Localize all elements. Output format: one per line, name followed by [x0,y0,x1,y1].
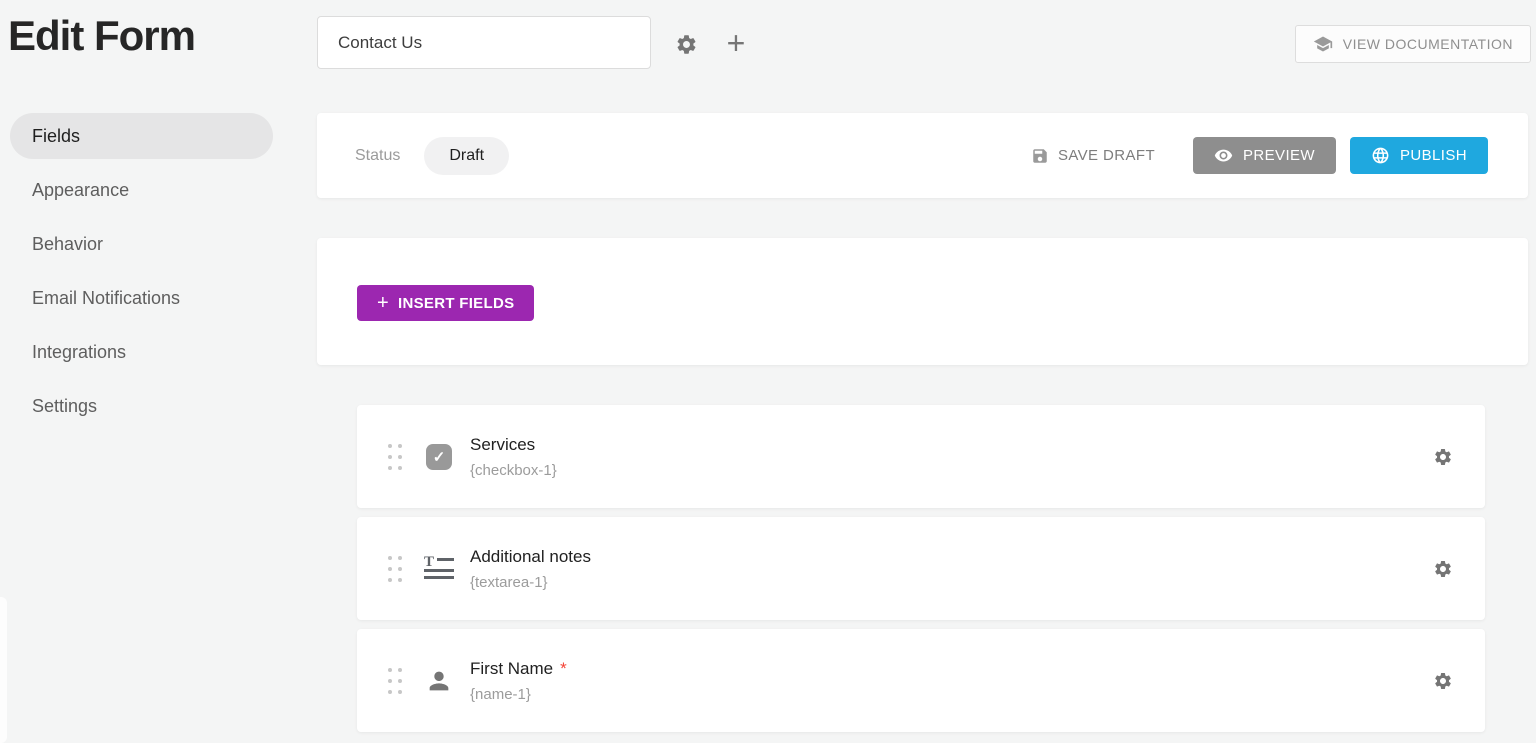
field-tag: {name-1} [470,686,567,703]
gear-icon [675,33,698,56]
drag-handle-icon[interactable] [388,668,402,694]
eye-icon [1214,146,1233,165]
field-text: First Name * {name-1} [470,659,567,703]
publish-button[interactable]: PUBLISH [1350,137,1488,174]
required-mark: * [560,659,567,678]
sidebar-item-label: Fields [32,126,80,147]
plus-icon: + [727,27,746,59]
form-name-input[interactable] [317,16,651,69]
preview-label: PREVIEW [1243,147,1315,164]
gear-icon [1433,447,1453,467]
graduation-cap-icon [1313,34,1333,54]
save-draft-label: SAVE DRAFT [1058,147,1155,164]
sidebar-item-label: Behavior [32,234,103,255]
add-form-button[interactable]: + [718,24,754,62]
gear-icon [1433,559,1453,579]
field-settings-button[interactable] [1433,559,1453,579]
edit-form-page: Edit Form + VIEW DOCUMENTATION Fields Ap… [0,0,1536,743]
sidebar-item-label: Settings [32,396,97,417]
sidebar-item-behavior[interactable]: Behavior [10,221,273,267]
gear-icon [1433,671,1453,691]
globe-icon [1371,146,1390,165]
sidebar-item-integrations[interactable]: Integrations [10,329,273,375]
field-settings-button[interactable] [1433,671,1453,691]
status-badge: Draft [424,137,509,175]
sidebar-item-label: Integrations [32,342,126,363]
textarea-icon: T [423,558,455,580]
field-row-textarea[interactable]: T Additional notes {textarea-1} [357,517,1485,620]
drag-handle-icon[interactable] [388,444,402,470]
view-documentation-button[interactable]: VIEW DOCUMENTATION [1295,25,1531,63]
checkbox-icon: ✓ [423,444,455,470]
view-documentation-label: VIEW DOCUMENTATION [1343,36,1513,52]
plus-icon: + [377,293,389,313]
field-row-checkbox[interactable]: ✓ Services {checkbox-1} [357,405,1485,508]
save-draft-button[interactable]: SAVE DRAFT [1031,147,1155,165]
insert-fields-panel: + INSERT FIELDS [317,238,1528,365]
check-icon: ✓ [433,448,446,466]
field-label: Services [470,435,535,454]
field-tag: {checkbox-1} [470,462,557,479]
status-bar: Status Draft SAVE DRAFT PREVIEW PUBLISH [317,113,1528,198]
drag-handle-icon[interactable] [388,556,402,582]
field-text: Services {checkbox-1} [470,435,557,479]
field-settings-button[interactable] [1433,447,1453,467]
field-text: Additional notes {textarea-1} [470,547,598,591]
sidebar-item-fields[interactable]: Fields [10,113,273,159]
sidebar-item-label: Appearance [32,180,129,201]
sidebar-item-appearance[interactable]: Appearance [10,167,273,213]
field-row-name[interactable]: First Name * {name-1} [357,629,1485,732]
preview-button[interactable]: PREVIEW [1193,137,1336,174]
field-tag: {textarea-1} [470,574,598,591]
form-settings-button[interactable] [671,29,701,59]
field-label: Additional notes [470,547,591,566]
sidebar-item-email-notifications[interactable]: Email Notifications [10,275,273,321]
status-label: Status [355,147,400,165]
publish-label: PUBLISH [1400,147,1467,164]
person-icon [423,667,455,695]
left-edge-panel [0,597,7,743]
page-title: Edit Form [8,12,195,60]
save-icon [1031,147,1049,165]
insert-fields-button[interactable]: + INSERT FIELDS [357,285,534,321]
field-label: First Name [470,659,553,678]
insert-fields-label: INSERT FIELDS [398,295,514,312]
sidebar: Fields Appearance Behavior Email Notific… [10,113,273,437]
sidebar-item-settings[interactable]: Settings [10,383,273,429]
sidebar-item-label: Email Notifications [32,288,180,309]
